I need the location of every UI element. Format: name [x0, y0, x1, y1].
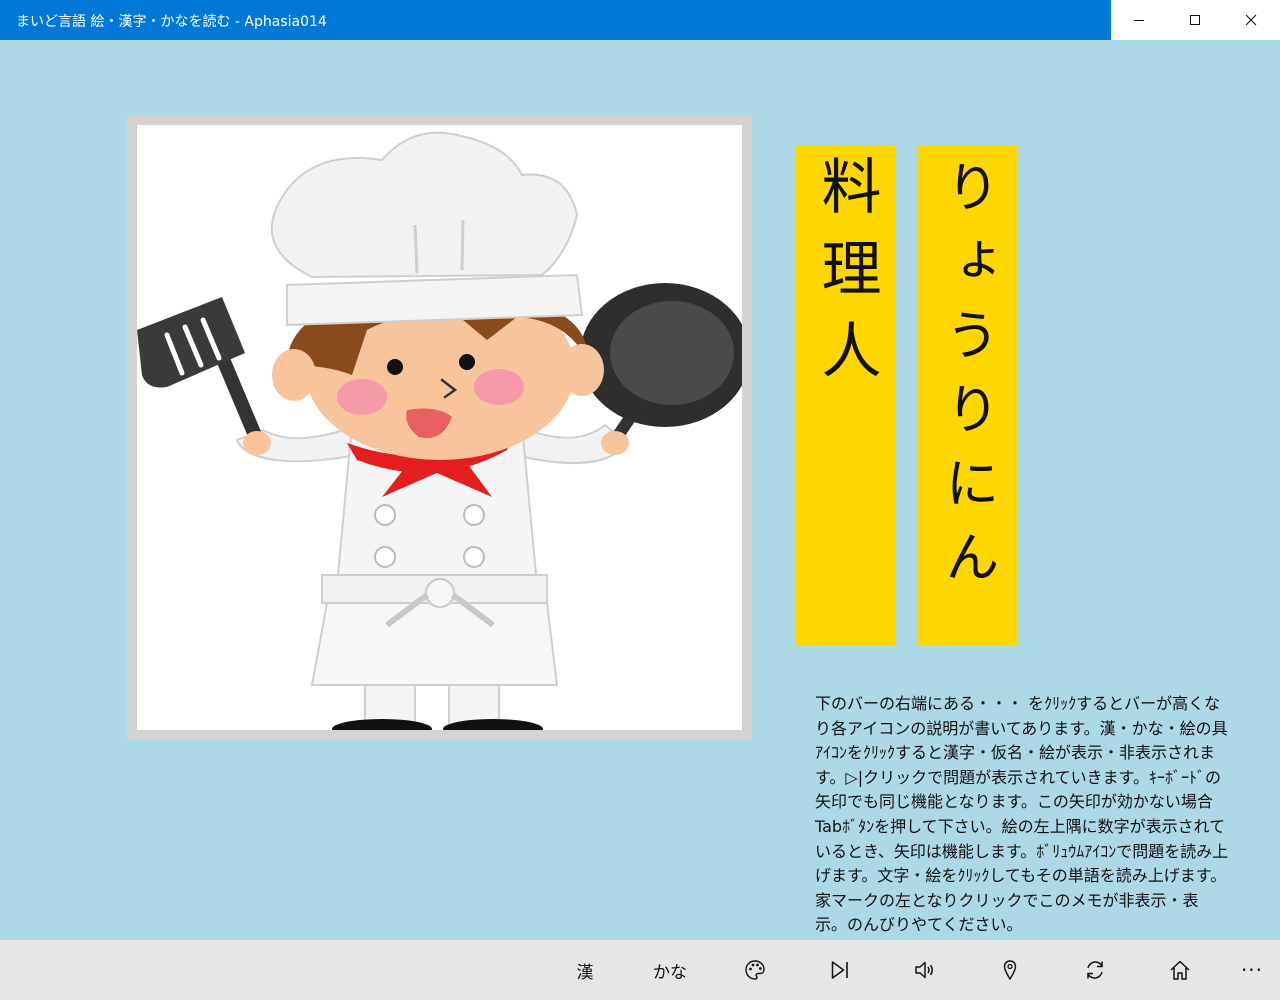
window-controls	[1111, 0, 1280, 40]
maximize-button[interactable]	[1167, 0, 1223, 40]
kanji-toggle-label: 漢	[576, 962, 594, 983]
more-button[interactable]: ···	[1224, 940, 1280, 1000]
memo-text: 下のバーの右端にある・・・ をｸﾘｯｸするとバーが高くなり各アイコンの説明が書い…	[815, 694, 1229, 935]
next-button[interactable]	[812, 940, 868, 1000]
minimize-icon	[1134, 20, 1144, 21]
kanji-toggle-button[interactable]: 漢	[557, 940, 613, 1000]
kana-toggle-button[interactable]: かな	[642, 940, 698, 1000]
volume-icon	[915, 961, 933, 979]
close-icon	[1245, 14, 1257, 26]
kanji-word-text[interactable]: 料理人	[796, 155, 896, 401]
volume-button[interactable]	[897, 940, 953, 1000]
command-bar: 漢 かな ···	[0, 940, 1280, 1000]
more-label: ···	[1240, 958, 1264, 982]
refresh-button[interactable]	[1067, 940, 1123, 1000]
window-title: まいど言語 絵・漢字・かなを読む - Aphasia014	[16, 14, 327, 30]
home-icon	[1170, 960, 1190, 980]
kana-word[interactable]: りょうりにん	[917, 145, 1017, 645]
palette-icon	[745, 960, 765, 980]
close-button[interactable]	[1223, 0, 1279, 40]
refresh-icon	[1087, 961, 1103, 979]
picture-frame[interactable]	[127, 115, 752, 740]
home-button[interactable]	[1152, 940, 1208, 1000]
kana-word-text[interactable]: りょうりにん	[917, 159, 1017, 603]
chef-illustration[interactable]	[137, 125, 742, 730]
picture-canvas[interactable]	[137, 125, 742, 730]
kanji-word[interactable]: 料理人	[796, 145, 896, 645]
next-track-icon	[831, 961, 848, 979]
location-pin-icon	[1003, 960, 1017, 981]
kana-toggle-label: かな	[653, 962, 687, 983]
minimize-button[interactable]	[1111, 0, 1167, 40]
picture-toggle-button[interactable]	[727, 940, 783, 1000]
location-button[interactable]	[982, 940, 1038, 1000]
title-bar: まいど言語 絵・漢字・かなを読む - Aphasia014	[0, 0, 1280, 40]
maximize-icon	[1190, 15, 1200, 25]
